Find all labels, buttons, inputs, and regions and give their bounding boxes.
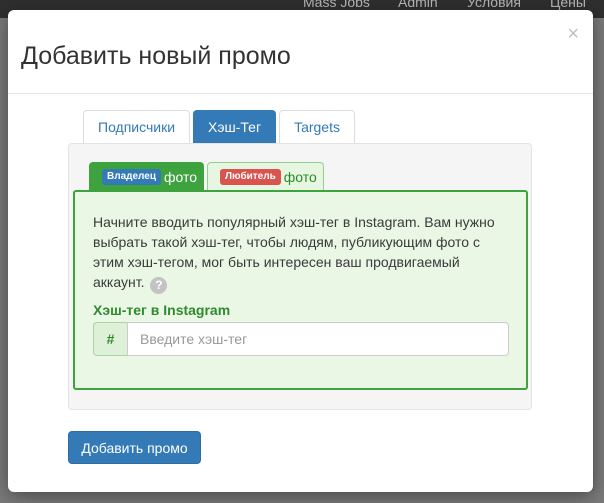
- photo-type-tabs: Владелец фото Любитель фото: [89, 162, 327, 190]
- promo-type-tabs: Подписчики Хэш-Тег Targets: [83, 110, 358, 143]
- nav-conditions: Условия: [467, 0, 521, 10]
- tab-subscribers[interactable]: Подписчики: [83, 110, 191, 143]
- hashtag-input-group: #: [93, 322, 509, 356]
- tab-hashtag[interactable]: Хэш-Тег: [193, 110, 277, 143]
- hashtag-description: Начните вводить популярный хэш-тег в Ins…: [93, 212, 503, 294]
- background-right-strip: [594, 18, 604, 503]
- owner-badge: Владелец: [102, 168, 161, 185]
- add-promo-modal: Добавить новый промо × Подписчики Хэш-Те…: [8, 10, 593, 492]
- modal-title: Добавить новый промо: [21, 42, 291, 70]
- tab-fan-photo[interactable]: Любитель фото: [207, 162, 324, 190]
- background-left-strip: [0, 18, 8, 503]
- hashtag-input[interactable]: [127, 322, 509, 356]
- nav-mass-jobs: Mass Jobs: [303, 0, 370, 10]
- close-icon[interactable]: ×: [567, 24, 579, 44]
- nav-prices: Цены: [550, 0, 586, 10]
- help-icon[interactable]: ?: [150, 277, 168, 294]
- hash-addon: #: [93, 322, 127, 356]
- nav-admin: Admin: [398, 0, 438, 10]
- modal-header: Добавить новый промо ×: [8, 10, 593, 94]
- fan-photo-label: фото: [283, 168, 317, 185]
- hashtag-tab-panel: Владелец фото Любитель фото Начните ввод…: [68, 143, 532, 410]
- owner-photo-label: фото: [163, 168, 198, 185]
- background-bottom-strip: [0, 491, 604, 503]
- tab-targets[interactable]: Targets: [279, 110, 355, 143]
- hashtag-field-label: Хэш-тег в Instagram: [93, 302, 231, 318]
- tab-owner-photo[interactable]: Владелец фото: [89, 162, 205, 190]
- add-promo-button[interactable]: Добавить промо: [68, 431, 201, 464]
- fan-badge: Любитель: [220, 168, 281, 185]
- owner-photo-pane: Начните вводить популярный хэш-тег в Ins…: [73, 190, 528, 390]
